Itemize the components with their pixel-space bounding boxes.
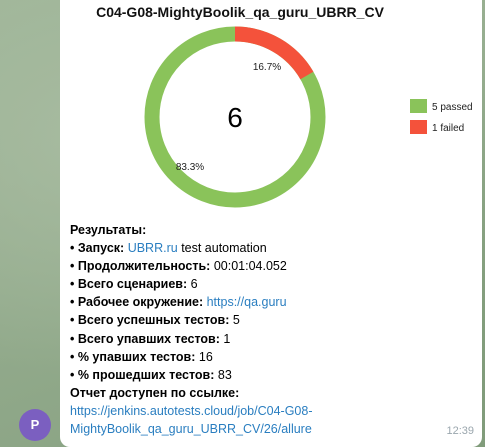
environment-link[interactable]: https://qa.guru (207, 295, 287, 309)
ubrr-link[interactable]: UBRR.ru (128, 241, 178, 255)
legend-swatch-passed (410, 99, 427, 113)
avatar[interactable]: P (19, 409, 51, 441)
legend-passed: 5 passed (432, 102, 473, 113)
failed-pct-row: • % упавших тестов: 16 (70, 349, 213, 364)
message-text: Результаты: • Запуск: UBRR.ru test autom… (70, 221, 470, 438)
donut-chart: 6 16.7% 83.3% 5 passed 1 failed (144, 26, 473, 208)
duration-row: • Продолжительность: 00:01:04.052 (70, 259, 287, 274)
legend-failed: 1 failed (432, 123, 464, 134)
passed-pct-row: • % прошедших тестов: 83 (70, 367, 232, 382)
scenarios-row: • Всего сценариев: 6 (70, 277, 198, 292)
passed-row: • Всего успешных тестов: 5 (70, 313, 240, 328)
report-link-line2: MightyBoolik_qa_guru_UBRR_CV/26/allure (70, 420, 470, 438)
message-bubble: C04-G08-MightyBoolik_qa_guru_UBRR_CV 6 1… (60, 0, 482, 447)
message-time: 12:39 (446, 425, 474, 437)
label-passed-pct: 83.3% (176, 162, 204, 173)
report-link[interactable]: https://jenkins.autotests.cloud/job/C04-… (70, 404, 313, 418)
legend-swatch-failed (410, 120, 427, 134)
label-failed-pct: 16.7% (253, 62, 281, 73)
results-heading: Результаты: (70, 223, 147, 237)
launch-row: • Запуск: UBRR.ru test automation (70, 241, 267, 256)
total-count: 6 (227, 102, 243, 133)
environment-row: • Рабочее окружение: https://qa.guru (70, 295, 287, 310)
report-heading: Отчет доступен по ссылке: (70, 385, 240, 400)
report-link-continued[interactable]: MightyBoolik_qa_guru_UBRR_CV/26/allure (70, 422, 312, 436)
failed-row: • Всего упавших тестов: 1 (70, 331, 231, 346)
report-link-line1: https://jenkins.autotests.cloud/job/C04-… (70, 402, 470, 420)
